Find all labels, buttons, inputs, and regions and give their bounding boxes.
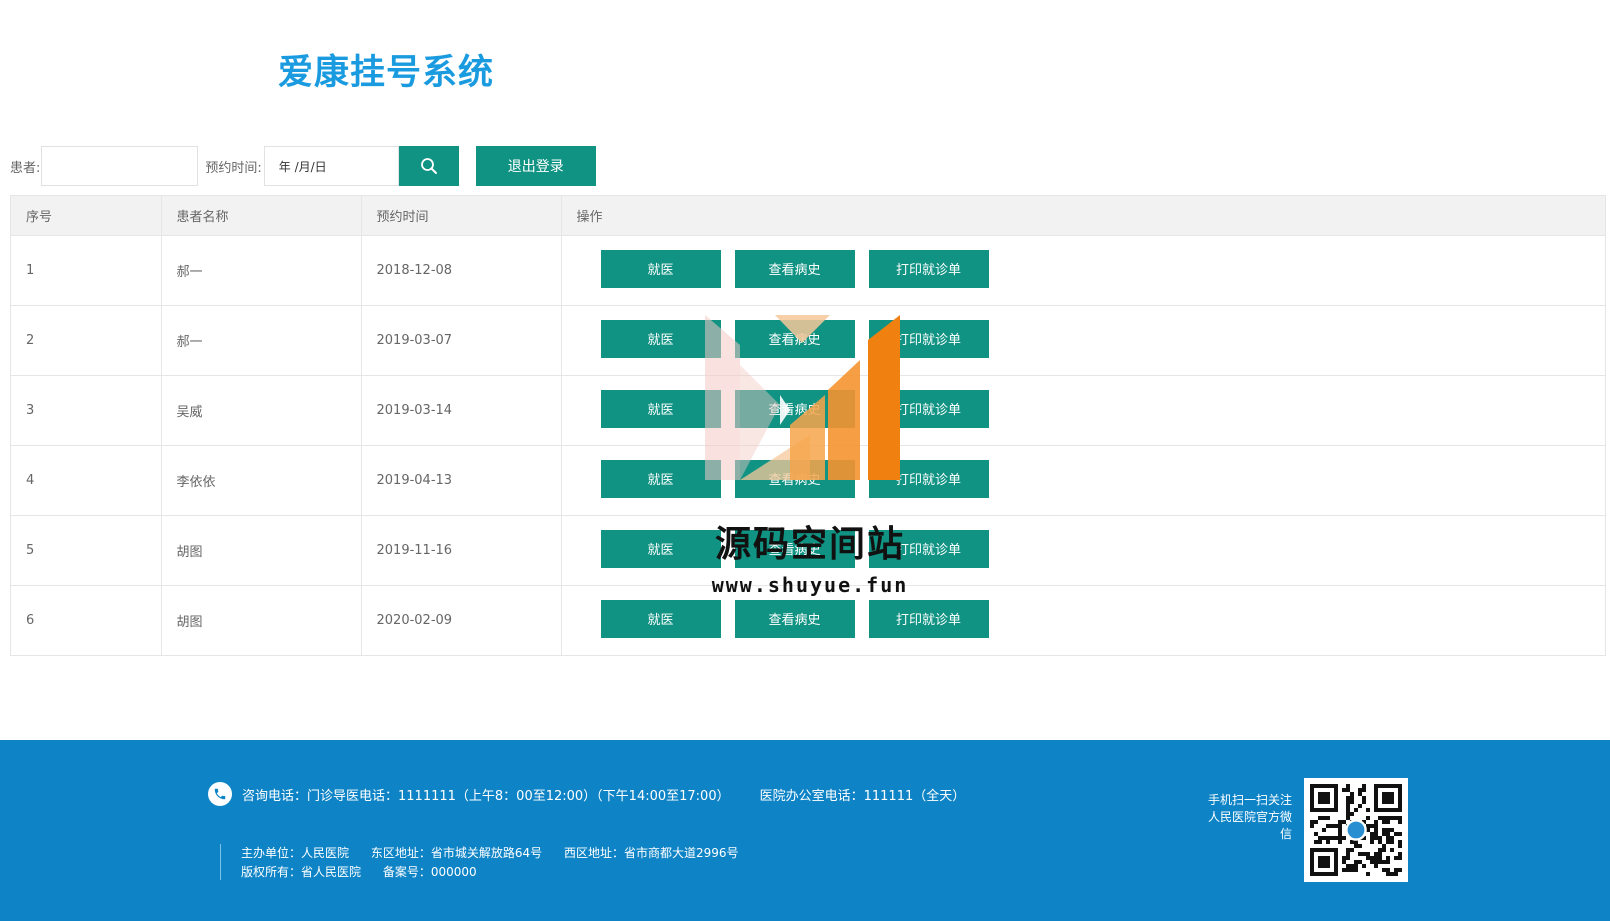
- appointment-date-input[interactable]: 年 /月/日: [263, 146, 399, 186]
- print-record-button[interactable]: 打印就诊单: [868, 529, 989, 568]
- row-actions: 就医 查看病史 打印就诊单: [561, 375, 1605, 446]
- view-history-button[interactable]: 查看病史: [734, 459, 855, 498]
- table-header-row: 序号 患者名称 预约时间 操作: [11, 196, 1605, 236]
- treat-button[interactable]: 就医: [600, 529, 721, 568]
- row-index: 4: [11, 445, 162, 516]
- outpatient-phone-text: 咨询电话：门诊导医电话：1111111（上午8：00至12:00）（下午14:0…: [242, 788, 730, 804]
- sponsor-text: 主办单位：人民医院: [241, 846, 350, 860]
- row-appointment-date: 2018-12-08: [361, 235, 562, 306]
- treat-button[interactable]: 就医: [600, 249, 721, 288]
- table-row: 2 郝一 2019-03-07 就医 查看病史 打印就诊单: [11, 305, 1605, 376]
- search-bar: 患者: 预约时间: 年 /月/日 退出登录: [10, 146, 596, 186]
- row-actions: 就医 查看病史 打印就诊单: [561, 305, 1605, 376]
- row-actions: 就医 查看病史 打印就诊单: [561, 515, 1605, 586]
- column-header-index: 序号: [11, 196, 162, 236]
- qr-code-icon: [1310, 784, 1402, 876]
- treat-button[interactable]: 就医: [600, 459, 721, 498]
- column-header-appointment-time: 预约时间: [361, 196, 562, 236]
- treat-button[interactable]: 就医: [600, 319, 721, 358]
- search-button[interactable]: [398, 146, 459, 186]
- print-record-button[interactable]: 打印就诊单: [868, 389, 989, 428]
- row-index: 5: [11, 515, 162, 586]
- footer-divider: [220, 844, 221, 880]
- print-record-button[interactable]: 打印就诊单: [868, 459, 989, 498]
- treat-button[interactable]: 就医: [600, 389, 721, 428]
- view-history-button[interactable]: 查看病史: [734, 529, 855, 568]
- qr-code: [1304, 778, 1408, 882]
- row-index: 1: [11, 235, 162, 306]
- search-icon: [420, 158, 437, 174]
- footer-phone-row: 咨询电话：门诊导医电话：1111111（上午8：00至12:00）（下午14:0…: [208, 782, 965, 806]
- logout-button[interactable]: 退出登录: [475, 146, 596, 186]
- row-patient-name: 郝一: [161, 235, 362, 306]
- icp-text: 备案号：000000: [382, 865, 477, 879]
- table-row: 4 李依依 2019-04-13 就医 查看病史 打印就诊单: [11, 445, 1605, 516]
- table-row: 1 郝一 2018-12-08 就医 查看病史 打印就诊单: [11, 235, 1605, 306]
- patient-search-input[interactable]: [41, 146, 199, 186]
- row-index: 2: [11, 305, 162, 376]
- row-appointment-date: 2019-03-14: [361, 375, 562, 446]
- row-patient-name: 郝一: [161, 305, 362, 376]
- treat-button[interactable]: 就医: [600, 599, 721, 638]
- copyright-text: 版权所有：省人民医院: [241, 865, 362, 879]
- row-patient-name: 胡图: [161, 515, 362, 586]
- row-index: 6: [11, 585, 162, 655]
- footer: 咨询电话：门诊导医电话：1111111（上午8：00至12:00）（下午14:0…: [0, 740, 1610, 921]
- qr-caption: 手机扫一扫关注人民医院官方微信: [1207, 793, 1292, 841]
- site-title: 爱康挂号系统: [278, 53, 495, 93]
- row-appointment-date: 2019-11-16: [361, 515, 562, 586]
- phone-icon: [208, 782, 232, 806]
- office-phone-text: 医院办公室电话：111111（全天）: [759, 788, 966, 804]
- appointment-table: 序号 患者名称 预约时间 操作 1 郝一 2018-12-08 就医 查看病史 打印就诊单…: [10, 195, 1606, 656]
- patient-label: 患者:: [10, 160, 41, 176]
- row-patient-name: 胡图: [161, 585, 362, 655]
- row-appointment-date: 2020-02-09: [361, 585, 562, 655]
- east-address-text: 东区地址：省市城关解放路64号: [370, 846, 543, 860]
- footer-info: 主办单位：人民医院 东区地址：省市城关解放路64号 西区地址：省市商都大道299…: [241, 844, 757, 882]
- page: 爱康挂号系统 患者: 预约时间: 年 /月/日 退出登录 序号 患者名称 预约时…: [0, 0, 1610, 921]
- west-address-text: 西区地址：省市商都大道2996号: [563, 846, 739, 860]
- appointment-date-label: 预约时间:: [205, 160, 262, 176]
- view-history-button[interactable]: 查看病史: [734, 319, 855, 358]
- row-actions: 就医 查看病史 打印就诊单: [561, 235, 1605, 306]
- row-patient-name: 李依依: [161, 445, 362, 516]
- column-header-actions: 操作: [561, 196, 1605, 236]
- row-index: 3: [11, 375, 162, 446]
- view-history-button[interactable]: 查看病史: [734, 389, 855, 428]
- table-row: 6 胡图 2020-02-09 就医 查看病史 打印就诊单: [11, 585, 1605, 655]
- view-history-button[interactable]: 查看病史: [734, 599, 855, 638]
- table-row: 3 吴威 2019-03-14 就医 查看病史 打印就诊单: [11, 375, 1605, 446]
- column-header-patient-name: 患者名称: [161, 196, 362, 236]
- print-record-button[interactable]: 打印就诊单: [868, 249, 989, 288]
- row-actions: 就医 查看病史 打印就诊单: [561, 585, 1605, 655]
- row-patient-name: 吴威: [161, 375, 362, 446]
- row-appointment-date: 2019-03-07: [361, 305, 562, 376]
- print-record-button[interactable]: 打印就诊单: [868, 599, 989, 638]
- view-history-button[interactable]: 查看病史: [734, 249, 855, 288]
- row-appointment-date: 2019-04-13: [361, 445, 562, 516]
- print-record-button[interactable]: 打印就诊单: [868, 319, 989, 358]
- row-actions: 就医 查看病史 打印就诊单: [561, 445, 1605, 516]
- table-row: 5 胡图 2019-11-16 就医 查看病史 打印就诊单: [11, 515, 1605, 586]
